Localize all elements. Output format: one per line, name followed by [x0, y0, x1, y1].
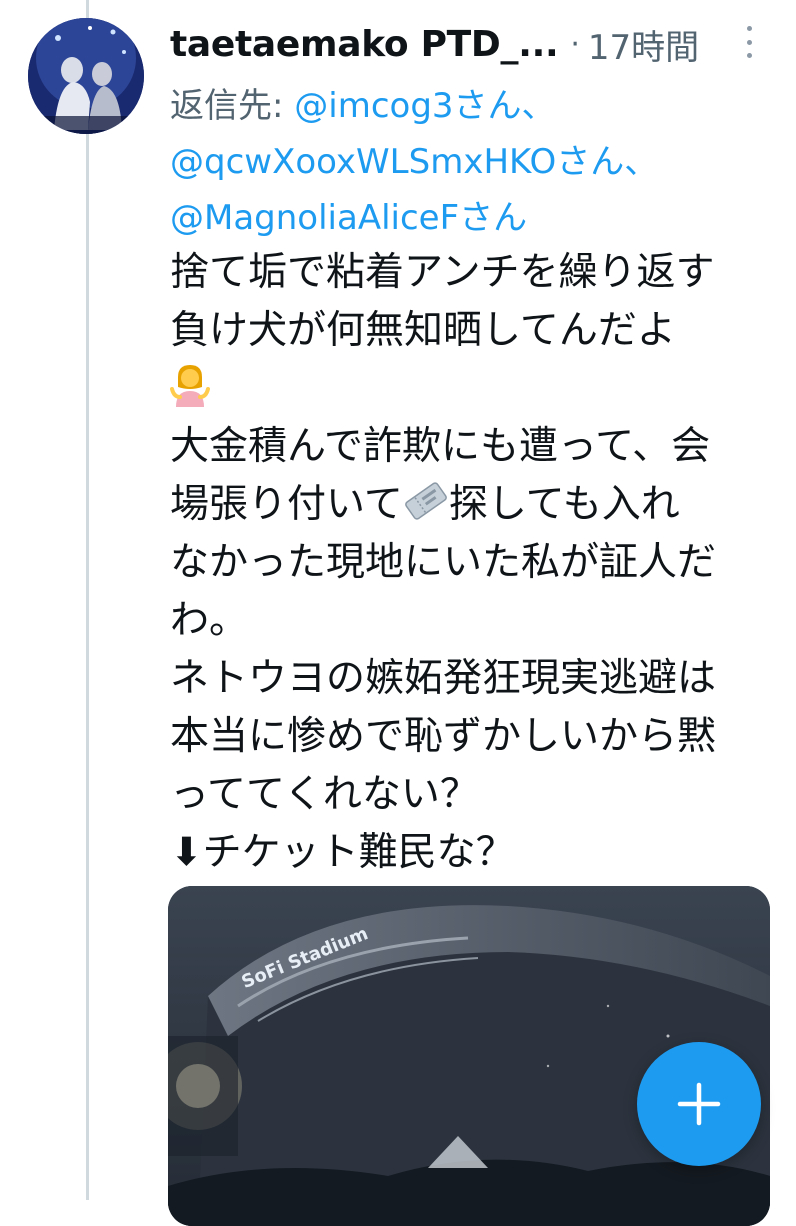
tweet-text-line: なかった現地にいた私が証人だ — [170, 540, 717, 585]
compose-tweet-button[interactable] — [637, 1042, 761, 1166]
mention-link[interactable]: @qcwXooxWLSmxHKOさん、 — [170, 142, 658, 182]
more-dot — [746, 26, 752, 31]
ticket-icon — [403, 479, 449, 523]
tweet-text-line: ネトウヨの嫉妬発狂現実逃避は — [170, 656, 717, 701]
tweet-text-line: 大金積んで詐欺にも遭って、会 — [170, 424, 711, 469]
tweet-text-line: 場張り付いて 探しても入れ — [170, 476, 790, 534]
person-shrugging-icon — [170, 363, 210, 407]
thread-connector-line — [86, 0, 89, 1200]
plus-icon — [677, 1082, 721, 1126]
tweet-text-line: ⬇チケット難民な？ — [170, 830, 515, 875]
tweet-header: taetaemako PTD_... · 17時間 — [170, 18, 770, 70]
tweet-text-line: 負け犬が何無知晒してんだよ — [170, 308, 676, 353]
tweet-text-line: わ。 — [170, 598, 249, 643]
timestamp[interactable]: 17時間 — [588, 20, 699, 69]
tweet-text-line: 本当に惨めで恥ずかしいから黙 — [170, 714, 717, 759]
reply-prefix: 返信先: — [170, 86, 295, 126]
avatar[interactable] — [28, 18, 144, 134]
mention-link[interactable]: @imcog3さん、 — [294, 86, 555, 126]
tweet-text: 捨て垢で粘着アンチを繰り返す 負け犬が何無知晒してんだよ 大金積んで詐欺にも遭っ… — [170, 244, 790, 882]
avatar-image — [28, 18, 144, 134]
tweet-text-fragment: 場張り付いて — [170, 482, 403, 527]
tweet-text-fragment: 探しても入れ — [448, 482, 680, 527]
tweet-text-line: っててくれない？ — [170, 772, 479, 817]
more-dot — [746, 53, 752, 58]
separator-dot: · — [570, 26, 580, 62]
tweet-text-line — [170, 360, 790, 418]
reply-context: 返信先: @imcog3さん、 @qcwXooxWLSmxHKOさん、 @Mag… — [170, 78, 780, 246]
more-options-icon[interactable] — [738, 22, 760, 62]
mention-link[interactable]: @MagnoliaAliceFさん — [170, 198, 527, 238]
tweet-text-line: 捨て垢で粘着アンチを繰り返す — [170, 250, 715, 295]
display-name[interactable]: taetaemako PTD_... — [170, 24, 559, 65]
more-dot — [746, 39, 752, 45]
